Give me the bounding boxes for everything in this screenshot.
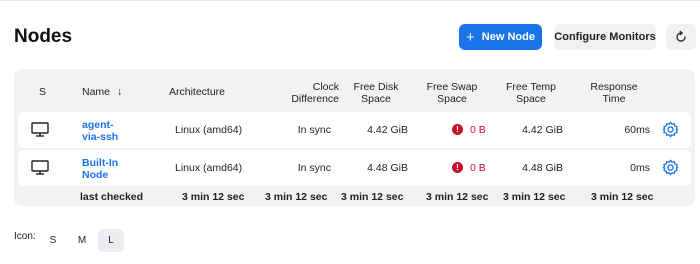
top-divider (0, 0, 700, 1)
computer-icon (31, 160, 49, 175)
page-title: Nodes (14, 26, 73, 47)
last-checked-response: 3 min 12 sec (591, 191, 654, 203)
last-checked-architecture: 3 min 12 sec (182, 191, 245, 203)
gear-icon[interactable] (662, 121, 679, 138)
architecture-value: Linux (amd64) (175, 162, 243, 174)
refresh-icon (676, 30, 686, 42)
column-header-line: Space (361, 93, 391, 105)
node-name-line: Node (82, 169, 109, 181)
swap-space-value: 0 B (470, 124, 486, 136)
column-header-line: Free Swap (426, 81, 478, 93)
computer-icon (31, 122, 49, 137)
response-time-value: 60ms (624, 124, 650, 136)
column-header-line: Space (437, 93, 467, 105)
new-node-button[interactable]: + New Node (459, 24, 542, 50)
last-checked-label: last checked (80, 191, 144, 203)
column-header-line: Clock (312, 81, 339, 93)
column-header-free-disk-space[interactable]: Free Disk Space (344, 81, 408, 105)
column-header-line: Difference (291, 93, 339, 105)
new-node-label: New Node (481, 31, 535, 43)
error-icon: ! (452, 124, 463, 135)
gear-icon[interactable] (662, 159, 679, 176)
icon-size-s[interactable]: S (44, 229, 62, 252)
last-checked-swap: 3 min 12 sec (426, 191, 489, 203)
response-time-value: 0ms (630, 162, 650, 174)
column-header-line: Time (602, 93, 626, 105)
clock-value: In sync (297, 124, 331, 136)
column-header-free-swap-space[interactable]: Free Swap Space (420, 81, 484, 105)
icon-size-label: Icon: (14, 231, 36, 242)
nodes-table: S Name ↓ Architecture Clock Difference F… (14, 69, 695, 206)
column-header-free-temp-space[interactable]: Free Temp Space (499, 81, 563, 105)
column-name-label: Name (82, 86, 111, 98)
disk-space-value: 4.48 GiB (367, 162, 408, 174)
column-header-status[interactable]: S (39, 86, 46, 98)
temp-space-value: 4.42 GiB (522, 124, 563, 136)
plus-icon: + (466, 28, 475, 46)
error-icon: ! (452, 162, 463, 173)
column-header-architecture[interactable]: Architecture (169, 86, 225, 98)
column-header-response-time[interactable]: Response Time (582, 81, 646, 105)
node-name-line: via-ssh (82, 131, 119, 143)
refresh-button[interactable] (666, 24, 696, 50)
icon-size-l[interactable]: L (98, 229, 124, 252)
node-name-line: agent- (82, 119, 114, 131)
configure-monitors-button[interactable]: Configure Monitors (554, 24, 656, 50)
last-checked-clock: 3 min 12 sec (265, 191, 328, 203)
icon-size-m[interactable]: M (72, 229, 92, 252)
column-header-name[interactable]: Name ↓ (82, 86, 122, 98)
column-header-line: Free Temp (506, 81, 556, 93)
column-header-line: Free Disk (353, 81, 399, 93)
last-checked-temp: 3 min 12 sec (503, 191, 566, 203)
node-name-line: Built-In (82, 157, 119, 169)
temp-space-value: 4.48 GiB (522, 162, 563, 174)
node-name-link[interactable]: Built-In Node (82, 157, 118, 181)
column-header-line: Response (590, 81, 638, 93)
table-row: Built-In Node Linux (amd64) In sync 4.48… (18, 150, 691, 186)
node-name-link[interactable]: agent- via-ssh (82, 119, 118, 143)
sort-descending-icon: ↓ (116, 86, 123, 98)
column-header-clock-difference[interactable]: Clock Difference (259, 81, 339, 105)
swap-space-value: 0 B (470, 162, 486, 174)
clock-value: In sync (297, 162, 331, 174)
disk-space-value: 4.42 GiB (367, 124, 408, 136)
architecture-value: Linux (amd64) (175, 124, 243, 136)
last-checked-disk: 3 min 12 sec (341, 191, 404, 203)
table-row: agent- via-ssh Linux (amd64) In sync 4.4… (18, 112, 691, 148)
column-header-line: Space (516, 93, 546, 105)
